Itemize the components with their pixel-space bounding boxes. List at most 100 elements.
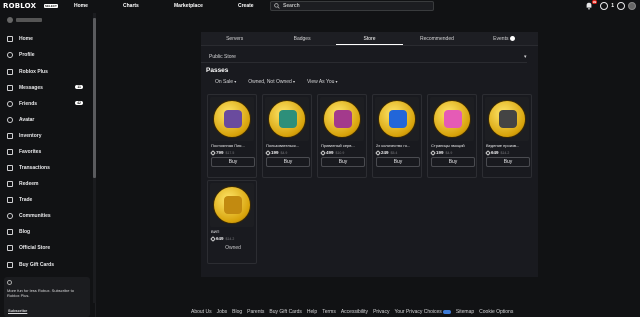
footer-link[interactable]: Buy Gift Cards bbox=[269, 309, 302, 315]
username-redacted bbox=[16, 18, 42, 22]
nav-create[interactable]: Create bbox=[238, 3, 254, 9]
pass-card[interactable]: Ведение произв... 649 $14.2 Buy bbox=[482, 94, 532, 178]
pass-price-usd: $4.9 bbox=[445, 150, 453, 155]
pass-thumbnail[interactable] bbox=[375, 97, 419, 141]
sidebar-item-profile[interactable]: Profile bbox=[7, 50, 87, 60]
sidebar-item-messages[interactable]: Messages 11 bbox=[7, 83, 87, 93]
sidebar-item-friends[interactable]: Friends 42 bbox=[7, 99, 87, 109]
search-icon bbox=[274, 3, 280, 9]
sidebar-item-home[interactable]: Home bbox=[7, 34, 87, 44]
pass-card[interactable]: Приватный серв... 499 $10.9 Buy bbox=[317, 94, 367, 178]
sidebar-item-communities[interactable]: Communities bbox=[7, 211, 87, 221]
buy-button[interactable]: Buy bbox=[486, 157, 530, 167]
pass-thumbnail[interactable] bbox=[320, 97, 364, 141]
footer-link[interactable]: Sitemap bbox=[456, 309, 474, 315]
footer-link[interactable]: Cookie Options bbox=[479, 309, 513, 315]
footer-link[interactable]: Help bbox=[307, 309, 317, 315]
footer-link-label: Your Privacy Choices bbox=[394, 309, 442, 315]
pass-card[interactable]: Постоянная Пия... 799 $17.5 Buy bbox=[207, 94, 257, 178]
sidebar-item-favorites[interactable]: Favorites bbox=[7, 147, 87, 157]
robux-icon bbox=[265, 149, 271, 156]
subscribe-link[interactable]: Subscribe bbox=[8, 308, 27, 313]
tab-events[interactable]: Events bbox=[471, 32, 538, 45]
pass-card[interactable]: ВИП 649 $14.2 Owned bbox=[207, 180, 257, 264]
sidebar-item-avatar[interactable]: Avatar bbox=[7, 115, 87, 125]
sidebar-item-trade[interactable]: Trade bbox=[7, 195, 87, 205]
tab-badges[interactable]: Badges bbox=[268, 32, 335, 45]
chevron-down-icon[interactable]: ▾ bbox=[524, 54, 527, 60]
buy-button[interactable]: Buy bbox=[431, 157, 475, 167]
roblox-logo[interactable]: ROBLOX bbox=[3, 2, 36, 10]
blog-icon bbox=[7, 229, 13, 235]
pass-card[interactable]: Пользовательск... 199 $4.9 Buy bbox=[262, 94, 312, 178]
filter-view-as[interactable]: View As You bbox=[307, 79, 338, 85]
footer-link[interactable]: Accessibility bbox=[341, 309, 368, 315]
sidebar-item-label: Inventory bbox=[19, 133, 42, 139]
pass-name[interactable]: Пользовательск... bbox=[266, 143, 310, 148]
footer-link[interactable]: Blog bbox=[232, 309, 242, 315]
sidebar-item-label: Favorites bbox=[19, 149, 42, 155]
tab-store[interactable]: Store bbox=[335, 32, 404, 45]
plus-icon bbox=[7, 280, 12, 285]
footer-link[interactable]: About Us bbox=[191, 309, 212, 315]
pass-thumbnail[interactable] bbox=[265, 97, 309, 141]
pass-thumbnail[interactable] bbox=[485, 97, 529, 141]
promo-text: More fun for less Robux. Subscribe to Ro… bbox=[7, 288, 74, 298]
search-input[interactable]: Search bbox=[270, 1, 434, 11]
tab-recommended[interactable]: Recommended bbox=[403, 32, 470, 45]
robux-icon bbox=[375, 149, 381, 156]
notifications-icon[interactable]: 99 bbox=[585, 0, 598, 10]
nav-home[interactable]: Home bbox=[74, 3, 88, 9]
sidebar-item-inventory[interactable]: Inventory bbox=[7, 131, 87, 141]
pass-icon bbox=[268, 100, 306, 138]
pass-name[interactable]: Постоянная Пия... bbox=[211, 143, 255, 148]
avatar[interactable] bbox=[628, 2, 636, 10]
pass-price: 649 $14.2 bbox=[210, 235, 234, 242]
notifications-badge: 99 bbox=[591, 0, 598, 4]
sidebar-user[interactable] bbox=[7, 16, 47, 24]
pass-card[interactable]: 2x количество го... 249 $5.4 Buy bbox=[372, 94, 422, 178]
pass-card[interactable]: Страницы эмоций 199 $4.9 Buy bbox=[427, 94, 477, 178]
filter-ownership[interactable]: Owned, Not Owned bbox=[248, 79, 295, 85]
pass-name[interactable]: Страницы эмоций bbox=[431, 143, 475, 148]
pass-thumbnail[interactable] bbox=[210, 97, 254, 141]
buy-button[interactable]: Buy bbox=[376, 157, 420, 167]
footer-link[interactable]: Jobs bbox=[217, 309, 228, 315]
topbar-icons: 99 1 bbox=[585, 0, 636, 10]
privacy-choices-icon bbox=[442, 309, 451, 314]
sidebar-item-roblox-plus[interactable]: Roblox Plus bbox=[7, 67, 87, 77]
buy-button[interactable]: Buy bbox=[211, 157, 255, 167]
sidebar-item-blog[interactable]: Blog bbox=[7, 227, 87, 237]
pass-price: 199 $4.9 bbox=[430, 149, 453, 156]
pass-name[interactable]: Ведение произв... bbox=[486, 143, 530, 148]
tab-servers[interactable]: Servers bbox=[201, 32, 268, 45]
pass-thumbnail[interactable] bbox=[430, 97, 474, 141]
nav-charts[interactable]: Charts bbox=[123, 3, 139, 9]
sidebar-scroll-thumb[interactable] bbox=[93, 18, 96, 178]
sidebar-item-redeem[interactable]: Redeem bbox=[7, 179, 87, 189]
sidebar-item-label: Home bbox=[19, 36, 33, 42]
sidebar-item-transactions[interactable]: Transactions bbox=[7, 163, 87, 173]
pass-emblem bbox=[444, 110, 462, 128]
pass-name[interactable]: Приватный серв... bbox=[321, 143, 365, 148]
filter-on-sale[interactable]: On Sale bbox=[215, 79, 236, 85]
buy-button[interactable]: Buy bbox=[266, 157, 310, 167]
sidebar-item-official-store[interactable]: Official Store bbox=[7, 243, 87, 253]
pass-emblem bbox=[224, 110, 242, 128]
pass-name[interactable]: ВИП bbox=[211, 229, 255, 234]
footer-link[interactable]: Privacy bbox=[373, 309, 389, 315]
sidebar-item-label: Redeem bbox=[19, 181, 39, 187]
pass-name[interactable]: 2x количество го... bbox=[376, 143, 420, 148]
pass-emblem bbox=[499, 110, 517, 128]
footer-link[interactable]: Terms bbox=[322, 309, 336, 315]
nav-marketplace[interactable]: Marketplace bbox=[174, 3, 203, 9]
buy-button[interactable]: Buy bbox=[321, 157, 365, 167]
robux-icon[interactable] bbox=[600, 2, 609, 10]
store-selector[interactable]: Public Store bbox=[201, 52, 527, 63]
settings-icon[interactable] bbox=[617, 2, 625, 10]
sidebar-item-gift-cards[interactable]: Buy Gift Cards bbox=[7, 260, 87, 270]
footer-link[interactable]: Parents bbox=[247, 309, 264, 315]
footer-link-privacy-choices[interactable]: Your Privacy Choices bbox=[394, 309, 451, 315]
pass-thumbnail[interactable] bbox=[210, 183, 254, 227]
user-avatar bbox=[7, 17, 13, 23]
